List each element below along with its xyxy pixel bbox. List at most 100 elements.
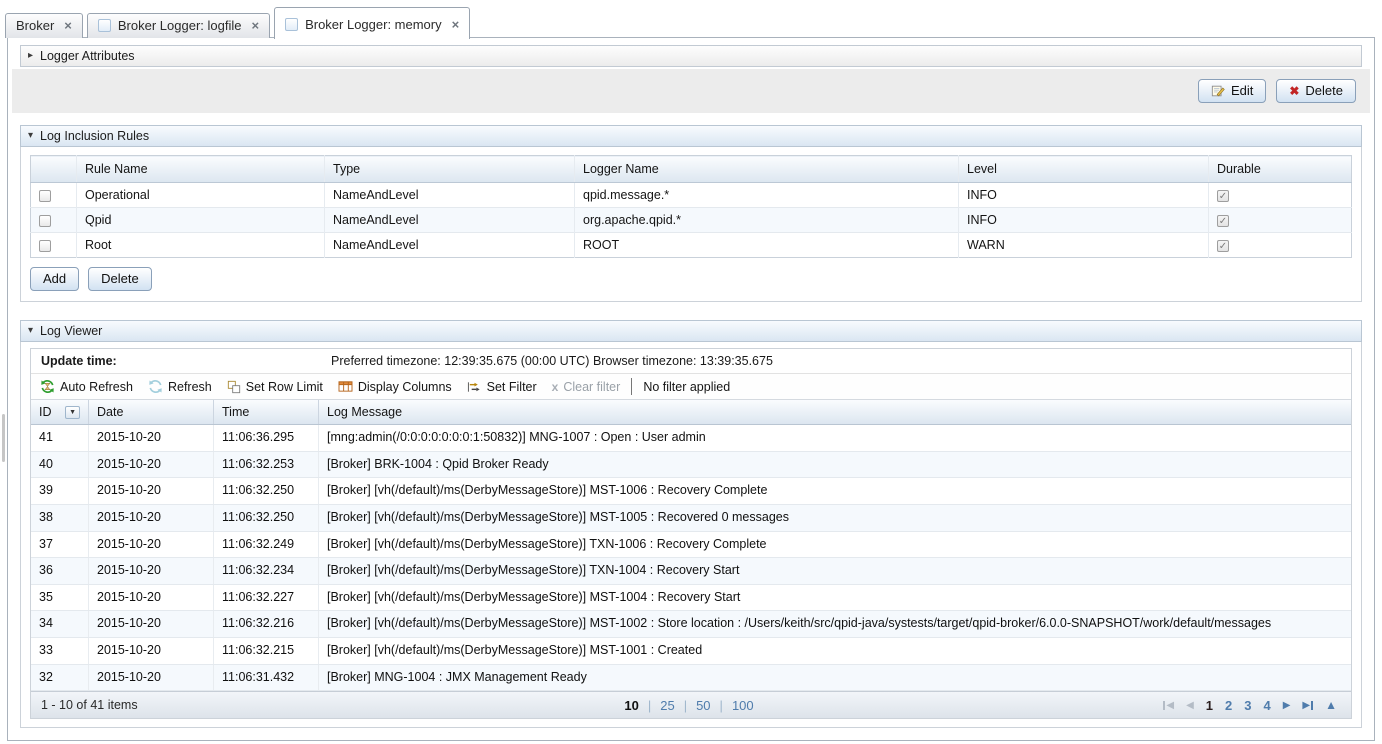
column-header-id[interactable]: ID ▼ — [31, 400, 88, 424]
row-select-checkbox[interactable] — [39, 215, 51, 227]
time-cell: 11:06:32.227 — [213, 585, 318, 611]
qpid-management-page: Broker × Broker Logger: logfile × Broker… — [0, 0, 1382, 744]
set-row-limit-button[interactable]: Set Row Limit — [227, 380, 323, 394]
scrollbar[interactable] — [2, 414, 5, 462]
auto-refresh-label: Auto Refresh — [60, 380, 133, 394]
refresh-button[interactable]: Refresh — [148, 379, 212, 394]
id-cell: 35 — [31, 585, 88, 611]
logger-tab-icon — [285, 18, 298, 31]
date-cell: 2015-10-20 — [88, 638, 213, 664]
message-cell: [Broker] [vh(/default)/ms(DerbyMessageSt… — [318, 532, 1351, 558]
next-page-icon[interactable]: ▶ — [1283, 700, 1291, 711]
pagination-bar: 1 - 10 of 41 items 10 | 25 | 50 | 100 ◀ … — [31, 691, 1351, 718]
durable-checkbox: ✓ — [1217, 240, 1229, 252]
logger-actions-strip: Edit ✖ Delete — [12, 69, 1370, 113]
log-row[interactable]: 40 2015-10-20 11:06:32.253 [Broker] BRK-… — [31, 452, 1351, 479]
page-size-50[interactable]: 50 — [696, 698, 710, 713]
column-header-durable[interactable]: Durable — [1209, 156, 1352, 183]
date-cell: 2015-10-20 — [88, 425, 213, 451]
delete-button-label: Delete — [1305, 83, 1343, 98]
rule-name-cell: Operational — [77, 183, 325, 208]
column-header-rule-name[interactable]: Rule Name — [77, 156, 325, 183]
delete-rule-button[interactable]: Delete — [88, 267, 152, 291]
logger-tab-icon — [98, 19, 111, 32]
page-size-100[interactable]: 100 — [732, 698, 754, 713]
tab-broker-logger-memory[interactable]: Broker Logger: memory × — [274, 7, 470, 39]
log-row[interactable]: 39 2015-10-20 11:06:32.250 [Broker] [vh(… — [31, 478, 1351, 505]
delete-button[interactable]: ✖ Delete — [1276, 79, 1356, 103]
display-columns-button[interactable]: Display Columns — [338, 380, 452, 394]
message-cell: [Broker] [vh(/default)/ms(DerbyMessageSt… — [318, 611, 1351, 637]
log-inclusion-rules-pane-body: Rule Name Type Logger Name Level Durable… — [20, 147, 1362, 302]
page-3-link[interactable]: 3 — [1244, 698, 1251, 713]
log-row[interactable]: 34 2015-10-20 11:06:32.216 [Broker] [vh(… — [31, 611, 1351, 638]
column-header-logger-name[interactable]: Logger Name — [575, 156, 959, 183]
rule-row[interactable]: Operational NameAndLevel qpid.message.* … — [31, 183, 1352, 208]
logger-attributes-pane-header[interactable]: ▸ Logger Attributes — [20, 45, 1362, 67]
log-inclusion-rules-pane-header[interactable]: ▾ Log Inclusion Rules — [20, 125, 1362, 147]
type-cell: NameAndLevel — [325, 183, 575, 208]
id-cell: 40 — [31, 452, 88, 478]
page-size-10[interactable]: 10 — [624, 698, 638, 713]
time-cell: 11:06:32.215 — [213, 638, 318, 664]
close-icon[interactable]: × — [251, 19, 259, 32]
log-row[interactable]: 41 2015-10-20 11:06:36.295 [mng:admin(/0… — [31, 425, 1351, 452]
chevron-down-icon: ▾ — [28, 326, 33, 336]
id-cell: 37 — [31, 532, 88, 558]
date-cell: 2015-10-20 — [88, 611, 213, 637]
chevron-right-icon: ▸ — [28, 51, 33, 61]
time-cell: 11:06:31.432 — [213, 665, 318, 691]
separator: | — [648, 698, 651, 713]
log-grid-header: ID ▼ Date Time Log Message — [31, 400, 1351, 425]
pager-controls: ◀ ◀ 1 2 3 4 ▶ ▶ ▲ — [754, 698, 1351, 713]
rules-button-row: Add Delete — [30, 267, 1352, 291]
set-filter-button[interactable]: Set Filter — [467, 380, 537, 394]
durable-checkbox: ✓ — [1217, 190, 1229, 202]
auto-refresh-icon — [40, 379, 55, 394]
refresh-icon — [148, 379, 163, 394]
delete-x-icon: ✖ — [1289, 85, 1299, 97]
rule-row[interactable]: Qpid NameAndLevel org.apache.qpid.* INFO… — [31, 208, 1352, 233]
page-size-25[interactable]: 25 — [660, 698, 674, 713]
log-row[interactable]: 38 2015-10-20 11:06:32.250 [Broker] [vh(… — [31, 505, 1351, 532]
tab-broker[interactable]: Broker × — [5, 13, 83, 38]
last-page-icon[interactable]: ▶ — [1302, 700, 1313, 711]
log-row[interactable]: 37 2015-10-20 11:06:32.249 [Broker] [vh(… — [31, 532, 1351, 559]
column-header-message[interactable]: Log Message — [318, 400, 1351, 424]
rules-table: Rule Name Type Logger Name Level Durable… — [30, 155, 1352, 258]
row-select-checkbox[interactable] — [39, 240, 51, 252]
column-header-date[interactable]: Date — [88, 400, 213, 424]
close-icon[interactable]: × — [452, 18, 460, 31]
tab-broker-logger-logfile[interactable]: Broker Logger: logfile × — [87, 13, 270, 38]
toolbar-separator — [631, 378, 632, 395]
message-cell: [Broker] MNG-1004 : JMX Management Ready — [318, 665, 1351, 691]
page-1-link[interactable]: 1 — [1206, 698, 1213, 713]
filter-arrows-icon — [467, 381, 482, 393]
log-row[interactable]: 33 2015-10-20 11:06:32.215 [Broker] [vh(… — [31, 638, 1351, 665]
time-cell: 11:06:32.250 — [213, 505, 318, 531]
scroll-to-top-icon[interactable]: ▲ — [1325, 698, 1337, 712]
sort-desc-icon[interactable]: ▼ — [65, 406, 80, 419]
logger-name-cell: org.apache.qpid.* — [575, 208, 959, 233]
page-2-link[interactable]: 2 — [1225, 698, 1232, 713]
durable-checkbox: ✓ — [1217, 215, 1229, 227]
column-header-level[interactable]: Level — [959, 156, 1209, 183]
column-header-type[interactable]: Type — [325, 156, 575, 183]
rule-name-cell: Root — [77, 233, 325, 258]
message-cell: [Broker] BRK-1004 : Qpid Broker Ready — [318, 452, 1351, 478]
rule-row[interactable]: Root NameAndLevel ROOT WARN ✓ — [31, 233, 1352, 258]
log-row[interactable]: 36 2015-10-20 11:06:32.234 [Broker] [vh(… — [31, 558, 1351, 585]
select-column-header — [31, 156, 77, 183]
add-rule-button[interactable]: Add — [30, 267, 79, 291]
edit-button[interactable]: Edit — [1198, 79, 1266, 103]
log-row[interactable]: 35 2015-10-20 11:06:32.227 [Broker] [vh(… — [31, 585, 1351, 612]
log-viewer-pane-header[interactable]: ▾ Log Viewer — [20, 320, 1362, 342]
close-icon[interactable]: × — [64, 19, 72, 32]
set-filter-label: Set Filter — [487, 380, 537, 394]
log-row[interactable]: 32 2015-10-20 11:06:31.432 [Broker] MNG-… — [31, 665, 1351, 692]
row-select-checkbox[interactable] — [39, 190, 51, 202]
page-4-link[interactable]: 4 — [1263, 698, 1270, 713]
column-header-time[interactable]: Time — [213, 400, 318, 424]
filter-status-text: No filter applied — [643, 380, 730, 394]
auto-refresh-button[interactable]: Auto Refresh — [40, 379, 133, 394]
